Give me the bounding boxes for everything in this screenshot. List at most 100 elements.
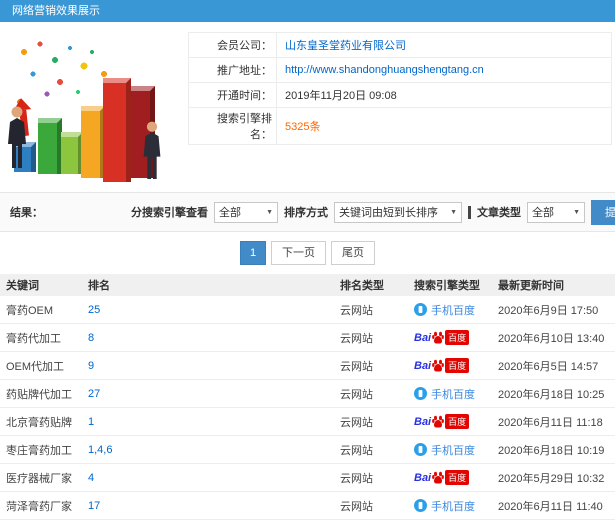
- rank-count-value: 5325条: [285, 121, 321, 133]
- engine-cell: 手机百度: [408, 302, 492, 318]
- table-row: OEM代加工 9 云网站 Bai 百度 2020年6月5日 14:57: [0, 352, 615, 380]
- updated-cell: 2020年5月29日 10:32: [498, 472, 605, 485]
- keyword-cell: 北京膏药贴牌: [6, 416, 72, 429]
- sort-order-select[interactable]: 关键词由短到长排序 ▼: [334, 201, 462, 223]
- page-title-bar: 网络营销效果展示: [0, 0, 615, 22]
- updated-cell: 2020年6月18日 10:19: [498, 444, 605, 457]
- sort-order-value: 关键词由短到长排序: [339, 207, 438, 219]
- keyword-cell: OEM代加工: [6, 360, 65, 373]
- company-name-link[interactable]: 山东皇圣堂药业有限公司: [285, 40, 406, 52]
- next-page-button[interactable]: 下一页: [271, 241, 326, 265]
- member-info-table: 会员公司： 山东皇圣堂药业有限公司 推广地址： http://www.shand…: [188, 32, 612, 145]
- marketing-report-page: 网络营销效果展示 会员公司： 山东皇圣堂药业有限公司 推广地址： http://…: [0, 0, 615, 520]
- rank-cell[interactable]: 1: [82, 416, 334, 428]
- keyword-cell: 菏泽膏药厂家: [6, 500, 72, 513]
- results-table-header: 关键词 排名 排名类型 搜索引擎类型 最新更新时间: [0, 274, 615, 296]
- engine-cell: 手机百度: [408, 386, 492, 402]
- rank-type-cell: 云网站: [340, 388, 373, 401]
- rank-cell[interactable]: 17: [82, 500, 334, 512]
- keyword-cell: 药贴牌代加工: [6, 388, 72, 401]
- chart-bar-green: [38, 118, 62, 174]
- section-divider: [468, 205, 471, 219]
- table-row: 膏药OEM 25 云网站 手机百度 2020年6月9日 17:50: [0, 296, 615, 324]
- baidu-logo-icon: Bai 百度: [414, 358, 470, 373]
- last-page-button[interactable]: 尾页: [331, 241, 375, 265]
- engine-filter-select[interactable]: 全部 ▼: [214, 201, 278, 223]
- results-table-body: 膏药OEM 25 云网站 手机百度 2020年6月9日 17:50 膏药代加工 8 云网站 Ba…: [0, 296, 615, 520]
- updated-cell: 2020年6月18日 10:25: [498, 388, 605, 401]
- baidu-paw-icon: [432, 359, 445, 372]
- hero-section: 会员公司： 山东皇圣堂药业有限公司 推广地址： http://www.shand…: [0, 22, 615, 192]
- rank-cell[interactable]: 1,4,6: [82, 444, 334, 456]
- rank-type-cell: 云网站: [340, 332, 373, 345]
- mobile-baidu-icon: [414, 387, 427, 400]
- engine-filter-label: 分搜索引擎查看: [131, 207, 208, 219]
- keyword-cell: 膏药OEM: [6, 304, 54, 317]
- chevron-down-icon: ▼: [450, 208, 457, 216]
- article-type-select[interactable]: 全部 ▼: [527, 201, 585, 223]
- col-header-engine-type: 搜索引擎类型: [414, 280, 480, 292]
- article-type-value: 全部: [532, 207, 554, 219]
- baidu-logo-icon: Bai 百度: [414, 470, 470, 485]
- keyword-cell: 医疗器械厂家: [6, 472, 72, 485]
- result-label: 结果：: [10, 207, 43, 219]
- promo-url-link[interactable]: http://www.shandonghuangshengtang.cn: [285, 64, 484, 76]
- updated-cell: 2020年6月11日 11:40: [498, 500, 603, 513]
- table-row: 枣庄膏药加工 1,4,6 云网站 手机百度 2020年6月18日 10:19: [0, 436, 615, 464]
- chart-bar-lime: [61, 132, 83, 174]
- updated-cell: 2020年6月9日 17:50: [498, 304, 599, 317]
- rank-cell[interactable]: 9: [82, 360, 334, 372]
- engine-label: 百度: [445, 414, 470, 429]
- mobile-baidu-icon: [414, 303, 427, 316]
- engine-cell: 手机百度: [408, 442, 492, 458]
- baidu-logo-icon: Bai 百度: [414, 330, 470, 345]
- mobile-baidu-icon: [414, 443, 427, 456]
- table-row: 医疗器械厂家 4 云网站 Bai 百度 2020年5月29日 10:32: [0, 464, 615, 492]
- page-1-button[interactable]: 1: [240, 241, 266, 265]
- engine-cell: Bai 百度: [408, 470, 492, 485]
- filter-controls: 分搜索引擎查看 全部 ▼ 排序方式 关键词由短到长排序 ▼ 文章类型 全部 ▼ …: [131, 199, 615, 225]
- updated-cell: 2020年6月5日 14:57: [498, 360, 599, 373]
- info-row-company: 会员公司： 山东皇圣堂药业有限公司: [188, 32, 612, 58]
- rank-type-cell: 云网站: [340, 500, 373, 513]
- table-row: 菏泽膏药厂家 17 云网站 手机百度 2020年6月11日 11:40: [0, 492, 615, 520]
- chart-bar-orange: [81, 106, 105, 178]
- rank-type-cell: 云网站: [340, 416, 373, 429]
- engine-cell: Bai 百度: [408, 358, 492, 373]
- col-header-updated: 最新更新时间: [498, 280, 564, 292]
- engine-label: 手机百度: [431, 500, 475, 513]
- engine-label: 百度: [445, 470, 470, 485]
- chevron-down-icon: ▼: [573, 208, 580, 216]
- engine-label: 百度: [445, 358, 470, 373]
- rank-type-cell: 云网站: [340, 304, 373, 317]
- engine-label: 手机百度: [431, 444, 475, 457]
- col-header-rank-type: 排名类型: [340, 280, 384, 292]
- marketing-chart-illustration: [0, 22, 185, 192]
- rank-type-cell: 云网站: [340, 444, 373, 457]
- rank-type-cell: 云网站: [340, 472, 373, 485]
- rank-cell[interactable]: 4: [82, 472, 334, 484]
- businessman-left: [8, 106, 26, 168]
- baidu-paw-icon: [432, 471, 445, 484]
- company-label: 会员公司：: [188, 32, 277, 58]
- open-time-label: 开通时间：: [188, 82, 277, 108]
- open-time-value: 2019年11月20日 09:08: [285, 90, 397, 102]
- sort-order-label: 排序方式: [284, 207, 328, 219]
- baidu-logo-icon: Bai 百度: [414, 414, 470, 429]
- rank-count-label: 搜索引擎排名：: [188, 107, 277, 145]
- rank-cell[interactable]: 25: [82, 304, 334, 316]
- rank-cell[interactable]: 8: [82, 332, 334, 344]
- article-type-label: 文章类型: [477, 207, 521, 219]
- submit-button[interactable]: 提交: [591, 199, 615, 225]
- filter-bar: 结果： 分搜索引擎查看 全部 ▼ 排序方式 关键词由短到长排序 ▼ 文章类型 全…: [0, 192, 615, 232]
- col-header-keyword: 关键词: [6, 280, 39, 292]
- promo-url-label: 推广地址：: [188, 57, 277, 83]
- updated-cell: 2020年6月11日 11:18: [498, 416, 603, 429]
- engine-cell: 手机百度: [408, 498, 492, 514]
- engine-label: 百度: [445, 330, 470, 345]
- engine-cell: Bai 百度: [408, 414, 492, 429]
- info-row-rank-count: 搜索引擎排名： 5325条: [188, 107, 612, 145]
- rank-cell[interactable]: 27: [82, 388, 334, 400]
- info-row-url: 推广地址： http://www.shandonghuangshengtang.…: [188, 57, 612, 83]
- pagination: 1 下一页 尾页: [0, 232, 615, 274]
